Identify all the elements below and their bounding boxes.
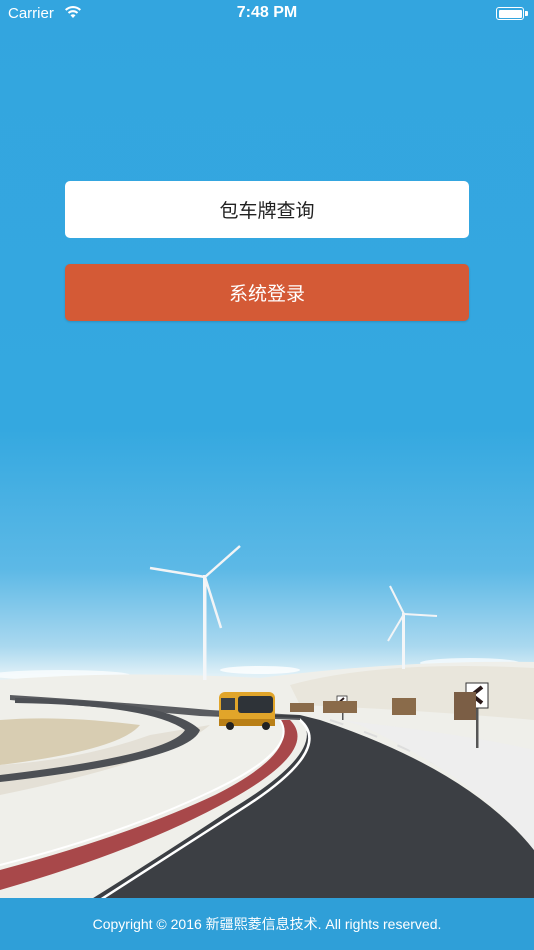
battery-icon [496, 7, 524, 20]
road-landscape-image [0, 545, 534, 900]
status-bar: Carrier 7:48 PM [0, 0, 534, 28]
battery-fill [498, 9, 522, 18]
system-login-button[interactable]: 系统登录 [65, 264, 469, 321]
status-time: 7:48 PM [236, 4, 298, 21]
wind-turbine-right [387, 585, 438, 669]
bus-graphic [219, 692, 275, 730]
wind-turbine-left [149, 545, 241, 680]
plate-query-button[interactable]: 包车牌查询 [65, 181, 469, 238]
copyright-footer: Copyright © 2016 新疆熙菱信息技术. All rights re… [0, 898, 534, 950]
battery-nub [525, 11, 528, 16]
app-screen: Carrier 7:48 PM 包车牌查询 系统登录 Copyright © 2… [0, 0, 534, 950]
copyright-text: Copyright © 2016 新疆熙菱信息技术. All rights re… [92, 916, 442, 932]
